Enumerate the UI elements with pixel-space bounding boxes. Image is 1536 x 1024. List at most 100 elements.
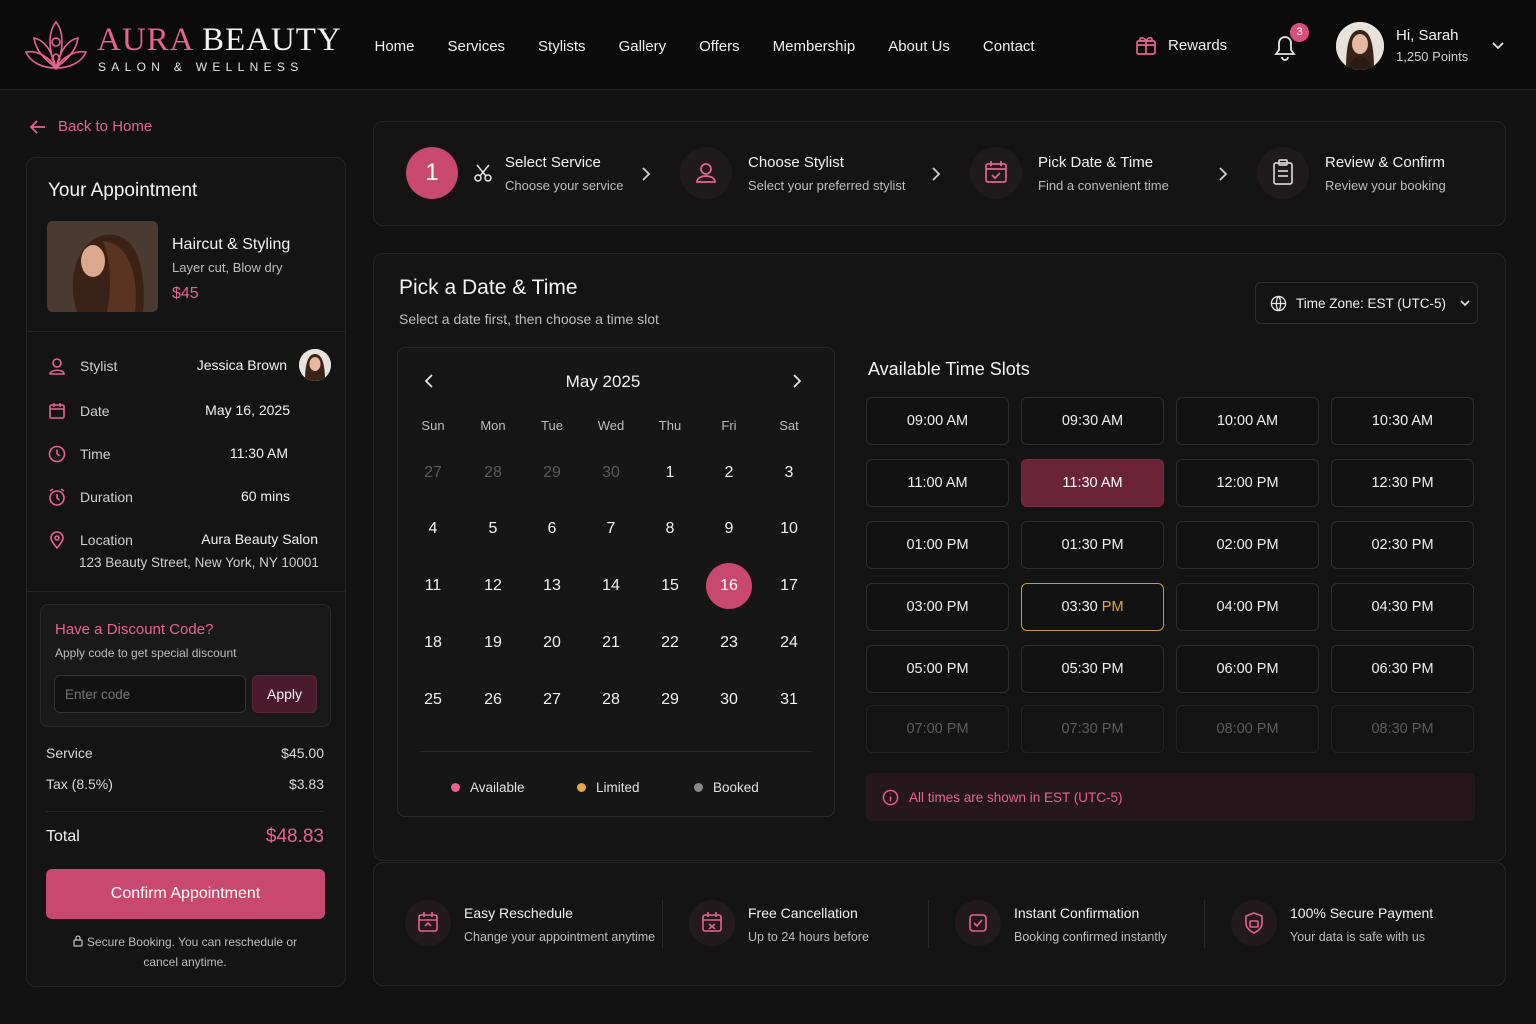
calendar-day[interactable]: 6	[529, 506, 575, 552]
chevron-left-icon[interactable]	[423, 373, 435, 389]
calendar-day[interactable]: 29	[647, 677, 693, 723]
user-points: 1,250 Points	[1396, 49, 1469, 64]
secure-booking-note: Secure Booking. You can reschedule or ca…	[60, 932, 310, 972]
weekday-header: Thu	[658, 418, 682, 433]
time-slot-available[interactable]: 05:30 PM	[1021, 645, 1164, 693]
time-slot-available[interactable]: 06:30 PM	[1331, 645, 1474, 693]
time-slot-available[interactable]: 01:00 PM	[866, 521, 1009, 569]
time-slot-available[interactable]: 04:00 PM	[1176, 583, 1319, 631]
nav-offers[interactable]: Offers	[683, 34, 757, 59]
time-slot-available[interactable]: 04:30 PM	[1331, 583, 1474, 631]
brand-logo[interactable]: AURA BEAUTY SALON & WELLNESS	[24, 16, 344, 78]
calendar-day[interactable]: 28	[588, 677, 634, 723]
calendar-day-selected[interactable]: 16	[706, 563, 752, 609]
time-slot-selected[interactable]: 11:30 AM	[1021, 459, 1164, 507]
confirm-appointment-button[interactable]: Confirm Appointment	[46, 869, 325, 919]
nav-gallery[interactable]: Gallery	[602, 34, 683, 59]
calendar-day[interactable]: 27	[529, 677, 575, 723]
main-nav: Home Services Stylists Gallery Offers Me…	[358, 34, 1051, 59]
step-2-icon[interactable]	[680, 147, 732, 199]
chevron-right-icon[interactable]	[791, 373, 803, 389]
back-to-home-link[interactable]: Back to Home	[30, 118, 152, 135]
calendar-day[interactable]: 4	[410, 506, 456, 552]
calendar-day[interactable]: 1	[647, 450, 693, 496]
step-1-number[interactable]: 1	[406, 147, 458, 199]
calendar-icon	[49, 403, 65, 419]
calendar-day[interactable]: 13	[529, 563, 575, 609]
apply-button[interactable]: Apply	[252, 675, 317, 713]
stylist-avatar	[299, 349, 331, 381]
time-slot-available[interactable]: 12:00 PM	[1176, 459, 1319, 507]
brand-tagline: SALON & WELLNESS	[98, 60, 304, 74]
time-slot-available[interactable]: 12:30 PM	[1331, 459, 1474, 507]
time-slot-available[interactable]: 02:30 PM	[1331, 521, 1474, 569]
time-slot-available[interactable]: 09:30 AM	[1021, 397, 1164, 445]
step-3-icon[interactable]	[970, 147, 1022, 199]
timer-icon	[49, 488, 65, 506]
calendar-day[interactable]: 11	[410, 563, 456, 609]
lock-icon	[73, 935, 83, 947]
calendar-day[interactable]: 31	[766, 677, 812, 723]
timezone-select[interactable]: Time Zone: EST (UTC-5)	[1255, 282, 1478, 324]
divider	[1204, 900, 1205, 948]
time-slot-available[interactable]: 11:00 AM	[866, 459, 1009, 507]
calendar-day[interactable]: 12	[470, 563, 516, 609]
time-slot-available[interactable]: 09:00 AM	[866, 397, 1009, 445]
legend-limited: Limited	[577, 780, 640, 795]
calendar-day[interactable]: 5	[470, 506, 516, 552]
calendar-day[interactable]: 30	[706, 677, 752, 723]
service-image	[47, 221, 158, 312]
calendar-day[interactable]: 18	[410, 620, 456, 666]
nav-services[interactable]: Services	[431, 34, 522, 59]
time-slot-available[interactable]: 06:00 PM	[1176, 645, 1319, 693]
info-icon	[882, 789, 899, 805]
feature-2-title: Free Cancellation	[748, 905, 858, 921]
nav-stylists[interactable]: Stylists	[522, 34, 603, 59]
time-slot-available[interactable]: 05:00 PM	[866, 645, 1009, 693]
detail-stylist: Stylist	[48, 357, 117, 375]
divider	[26, 331, 346, 332]
calendar-day[interactable]: 2	[706, 450, 752, 496]
calendar-day[interactable]: 9	[706, 506, 752, 552]
step-4-icon[interactable]	[1257, 147, 1309, 199]
calendar-day[interactable]: 3	[766, 450, 812, 496]
time-slot-available[interactable]: 03:00 PM	[866, 583, 1009, 631]
nav-contact[interactable]: Contact	[966, 34, 1051, 59]
time-slot-available[interactable]: 10:30 AM	[1331, 397, 1474, 445]
calendar-day[interactable]: 17	[766, 563, 812, 609]
calendar-day[interactable]: 19	[470, 620, 516, 666]
chevron-down-icon[interactable]	[1490, 40, 1506, 52]
page-subtitle: Select a date first, then choose a time …	[399, 311, 659, 327]
scissors-icon	[474, 164, 492, 182]
price-row-service: Service $45.00	[46, 745, 324, 761]
time-slot-booked: 07:00 PM	[866, 705, 1009, 753]
calendar-day[interactable]: 7	[588, 506, 634, 552]
time-slot-available[interactable]: 01:30 PM	[1021, 521, 1164, 569]
nav-about-us[interactable]: About Us	[872, 34, 967, 59]
discount-code-input[interactable]	[54, 675, 246, 713]
nav-home[interactable]: Home	[358, 34, 431, 59]
calendar-day[interactable]: 25	[410, 677, 456, 723]
legend-booked: Booked	[694, 780, 759, 795]
user-avatar[interactable]	[1336, 22, 1384, 70]
calendar-day-outside-month: 27	[424, 464, 442, 481]
calendar-day[interactable]: 15	[647, 563, 693, 609]
calendar-day[interactable]: 22	[647, 620, 693, 666]
calendar-day[interactable]: 23	[706, 620, 752, 666]
calendar-day[interactable]: 14	[588, 563, 634, 609]
nav-membership[interactable]: Membership	[756, 34, 872, 59]
time-slots-title: Available Time Slots	[868, 359, 1030, 379]
time-slot-booked: 08:30 PM	[1331, 705, 1474, 753]
calendar-day[interactable]: 21	[588, 620, 634, 666]
calendar-day[interactable]: 24	[766, 620, 812, 666]
time-slot-available[interactable]: 02:00 PM	[1176, 521, 1319, 569]
rewards-link[interactable]: Rewards	[1134, 33, 1227, 57]
time-slot-limited[interactable]: 03:30 PM	[1021, 583, 1164, 631]
time-slot-available[interactable]: 10:00 AM	[1176, 397, 1319, 445]
shield-icon	[1245, 912, 1263, 934]
date-value: May 16, 2025	[205, 402, 290, 418]
calendar-day[interactable]: 26	[470, 677, 516, 723]
calendar-day[interactable]: 20	[529, 620, 575, 666]
calendar-day[interactable]: 8	[647, 506, 693, 552]
calendar-day[interactable]: 10	[766, 506, 812, 552]
